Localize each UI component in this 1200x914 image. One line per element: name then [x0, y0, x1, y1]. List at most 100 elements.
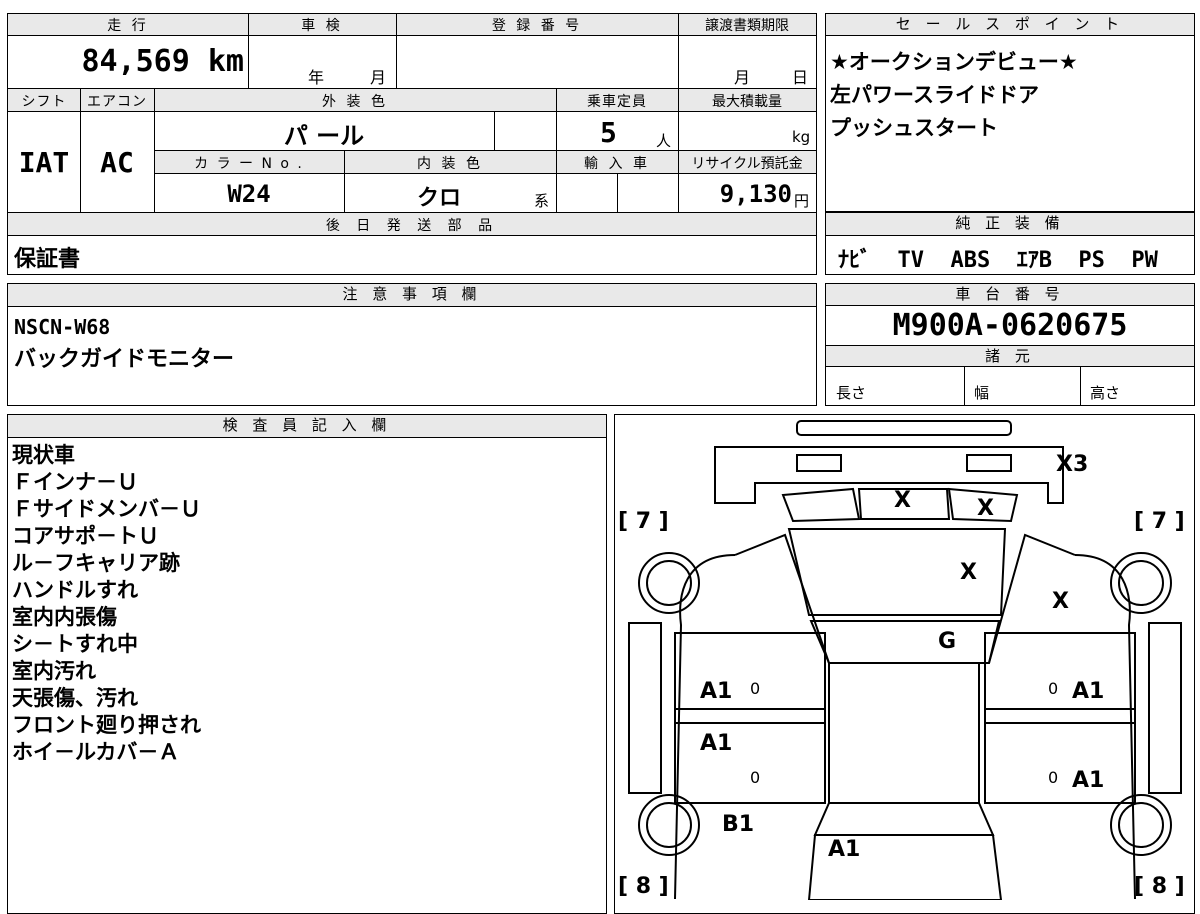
interior-color-value: クロ [416, 186, 461, 211]
grid-line [964, 367, 965, 405]
center-roof-shape [828, 662, 980, 804]
inspector-line: 室内汚れ [12, 659, 96, 683]
length-label: 長さ [836, 384, 867, 402]
specs-header: 諸 元 [826, 345, 1194, 367]
ac-label: エアコン [87, 94, 147, 110]
mirror-shape [966, 454, 1012, 472]
notes-header: 注 意 事 項 欄 [8, 284, 816, 307]
interior-color-suffix: 系 [534, 192, 550, 210]
grid-line [154, 88, 155, 212]
tire-front-left: [ 7 ] [618, 509, 669, 534]
grid-line [396, 14, 397, 88]
notes-line-code: NSCN-W68 [14, 315, 111, 339]
inspector-line: 現状車 [12, 443, 75, 467]
chassis-value: M900A-0620675 [892, 308, 1128, 343]
width-label: 幅 [974, 384, 990, 402]
mark-front-glass: G [938, 629, 957, 654]
transfer-label: 譲渡書類期限 [705, 18, 789, 34]
grid-line [678, 14, 679, 212]
mirror-shape [796, 454, 842, 472]
mark-left-rear-quarter: B1 [722, 812, 755, 837]
mark-hood: X [960, 560, 977, 585]
exterior-color-value: パ ール [283, 122, 365, 150]
inspector-line: シ－トすれ中 [12, 632, 138, 656]
later-parts-label: 後 日 発 送 部 品 [325, 218, 499, 234]
capacity-label: 乗車定員 [587, 94, 647, 110]
mark-rear-panel: A1 [828, 837, 861, 862]
color-no-value: W24 [227, 180, 271, 208]
wheel-rear-right-inner [1118, 802, 1164, 848]
notes-line-text: バックガイドモニター [14, 347, 235, 372]
mark-roof: X3 [1056, 452, 1089, 477]
inspector-line: フロント廻り押され [12, 713, 201, 737]
left-side-strip [628, 622, 662, 794]
mark-windshield-left: X [894, 488, 911, 513]
mark-zero: 0 [750, 679, 761, 698]
shift-value: IAT [18, 146, 70, 179]
later-parts-value: 保証書 [14, 247, 81, 272]
transfer-month: 月 [734, 68, 751, 87]
tire-rear-right: [ 8 ] [1134, 874, 1185, 899]
inspector-line: Ｆサイドメンバ－Ｕ [12, 497, 201, 521]
inspector-line: 室内内張傷 [12, 605, 117, 629]
grid-line [1080, 367, 1081, 405]
recycle-value: 9,130 [719, 180, 792, 208]
mark-left-front-door: A1 [700, 679, 733, 704]
sales-points-header: セ ー ル ス ポ イ ン ト [826, 14, 1194, 36]
shift-label: シフト [21, 94, 67, 110]
sales-point-line: プッシュスタート [830, 116, 998, 140]
front-glass-shape [809, 620, 1001, 664]
interior-color-label: 内 装 色 [417, 156, 483, 172]
grid-line [248, 14, 249, 88]
import-label: 輸 入 車 [584, 156, 650, 172]
inspector-header: 検 査 員 記 入 欄 [8, 415, 606, 438]
color-no-label: カ ラ ー N o . [194, 156, 304, 172]
inspector-line: 天張傷、汚れ [12, 686, 138, 710]
exterior-color-label: 外 装 色 [322, 94, 388, 110]
wheel-rear-left-inner [646, 802, 692, 848]
inspection-year: 年 [308, 68, 325, 87]
grid-line [556, 88, 557, 212]
sales-point-line: ★オークションデビュー★ [830, 50, 1078, 74]
ac-value: AC [100, 146, 134, 179]
mileage-value: 84,569 km [81, 44, 244, 79]
rear-glass-shape [813, 802, 995, 836]
mark-zero: 0 [1048, 679, 1059, 698]
max-load-unit: kg [792, 128, 811, 146]
capacity-unit: 人 [656, 132, 672, 150]
mark-right-rear-door: A1 [1072, 768, 1105, 793]
max-load-label: 最大積載量 [712, 94, 782, 110]
genuine-equipment-value: ﾅﾋﾞ TV ABS ｴｱB PS PW [838, 248, 1158, 273]
mileage-label: 走 行 [107, 18, 149, 34]
tire-rear-left: [ 8 ] [618, 874, 669, 899]
mark-zero: 0 [750, 768, 761, 787]
wheel-front-left-inner [646, 560, 692, 606]
right-side-strip [1148, 622, 1182, 794]
inspector-line: ハンドルすれ [12, 578, 138, 602]
sales-points-list: ★オークションデビュー★ 左パワースライドドア プッシュスタート [830, 46, 1078, 145]
grid-line [344, 150, 345, 212]
grid-line [80, 88, 81, 212]
registration-label: 登 録 番 号 [491, 18, 583, 34]
inspection-month: 月 [370, 68, 387, 87]
grid-line [494, 112, 495, 150]
inspector-line: Ｆインナ－Ｕ [12, 470, 138, 494]
genuine-equipment-header: 純 正 装 備 [826, 213, 1194, 236]
inspector-line: ル－フキャリア跡 [12, 551, 180, 575]
inspector-line: コアサポ－トＵ [12, 524, 159, 548]
height-label: 高さ [1090, 384, 1121, 402]
sales-point-line: 左パワースライドドア [830, 83, 1039, 107]
right-rear-door-shape [984, 722, 1136, 804]
mark-left-rear-door: A1 [700, 731, 733, 756]
mark-right-fender: X [1052, 589, 1069, 614]
inspection-label: 車 検 [301, 18, 343, 34]
inspector-list: 現状車 Ｆインナ－Ｕ Ｆサイドメンバ－Ｕ コアサポ－トＵ ル－フキャリア跡 ハン… [12, 442, 201, 766]
grid-line [617, 174, 618, 212]
recycle-unit: 円 [794, 192, 810, 210]
left-fender-line [734, 533, 830, 664]
left-rear-door-shape [674, 722, 826, 804]
inspector-line: ホイ－ルカバ－Ａ [12, 740, 180, 764]
chassis-header: 車 台 番 号 [826, 284, 1194, 306]
mark-windshield-right: X [977, 496, 994, 521]
wheel-front-right-inner [1118, 560, 1164, 606]
